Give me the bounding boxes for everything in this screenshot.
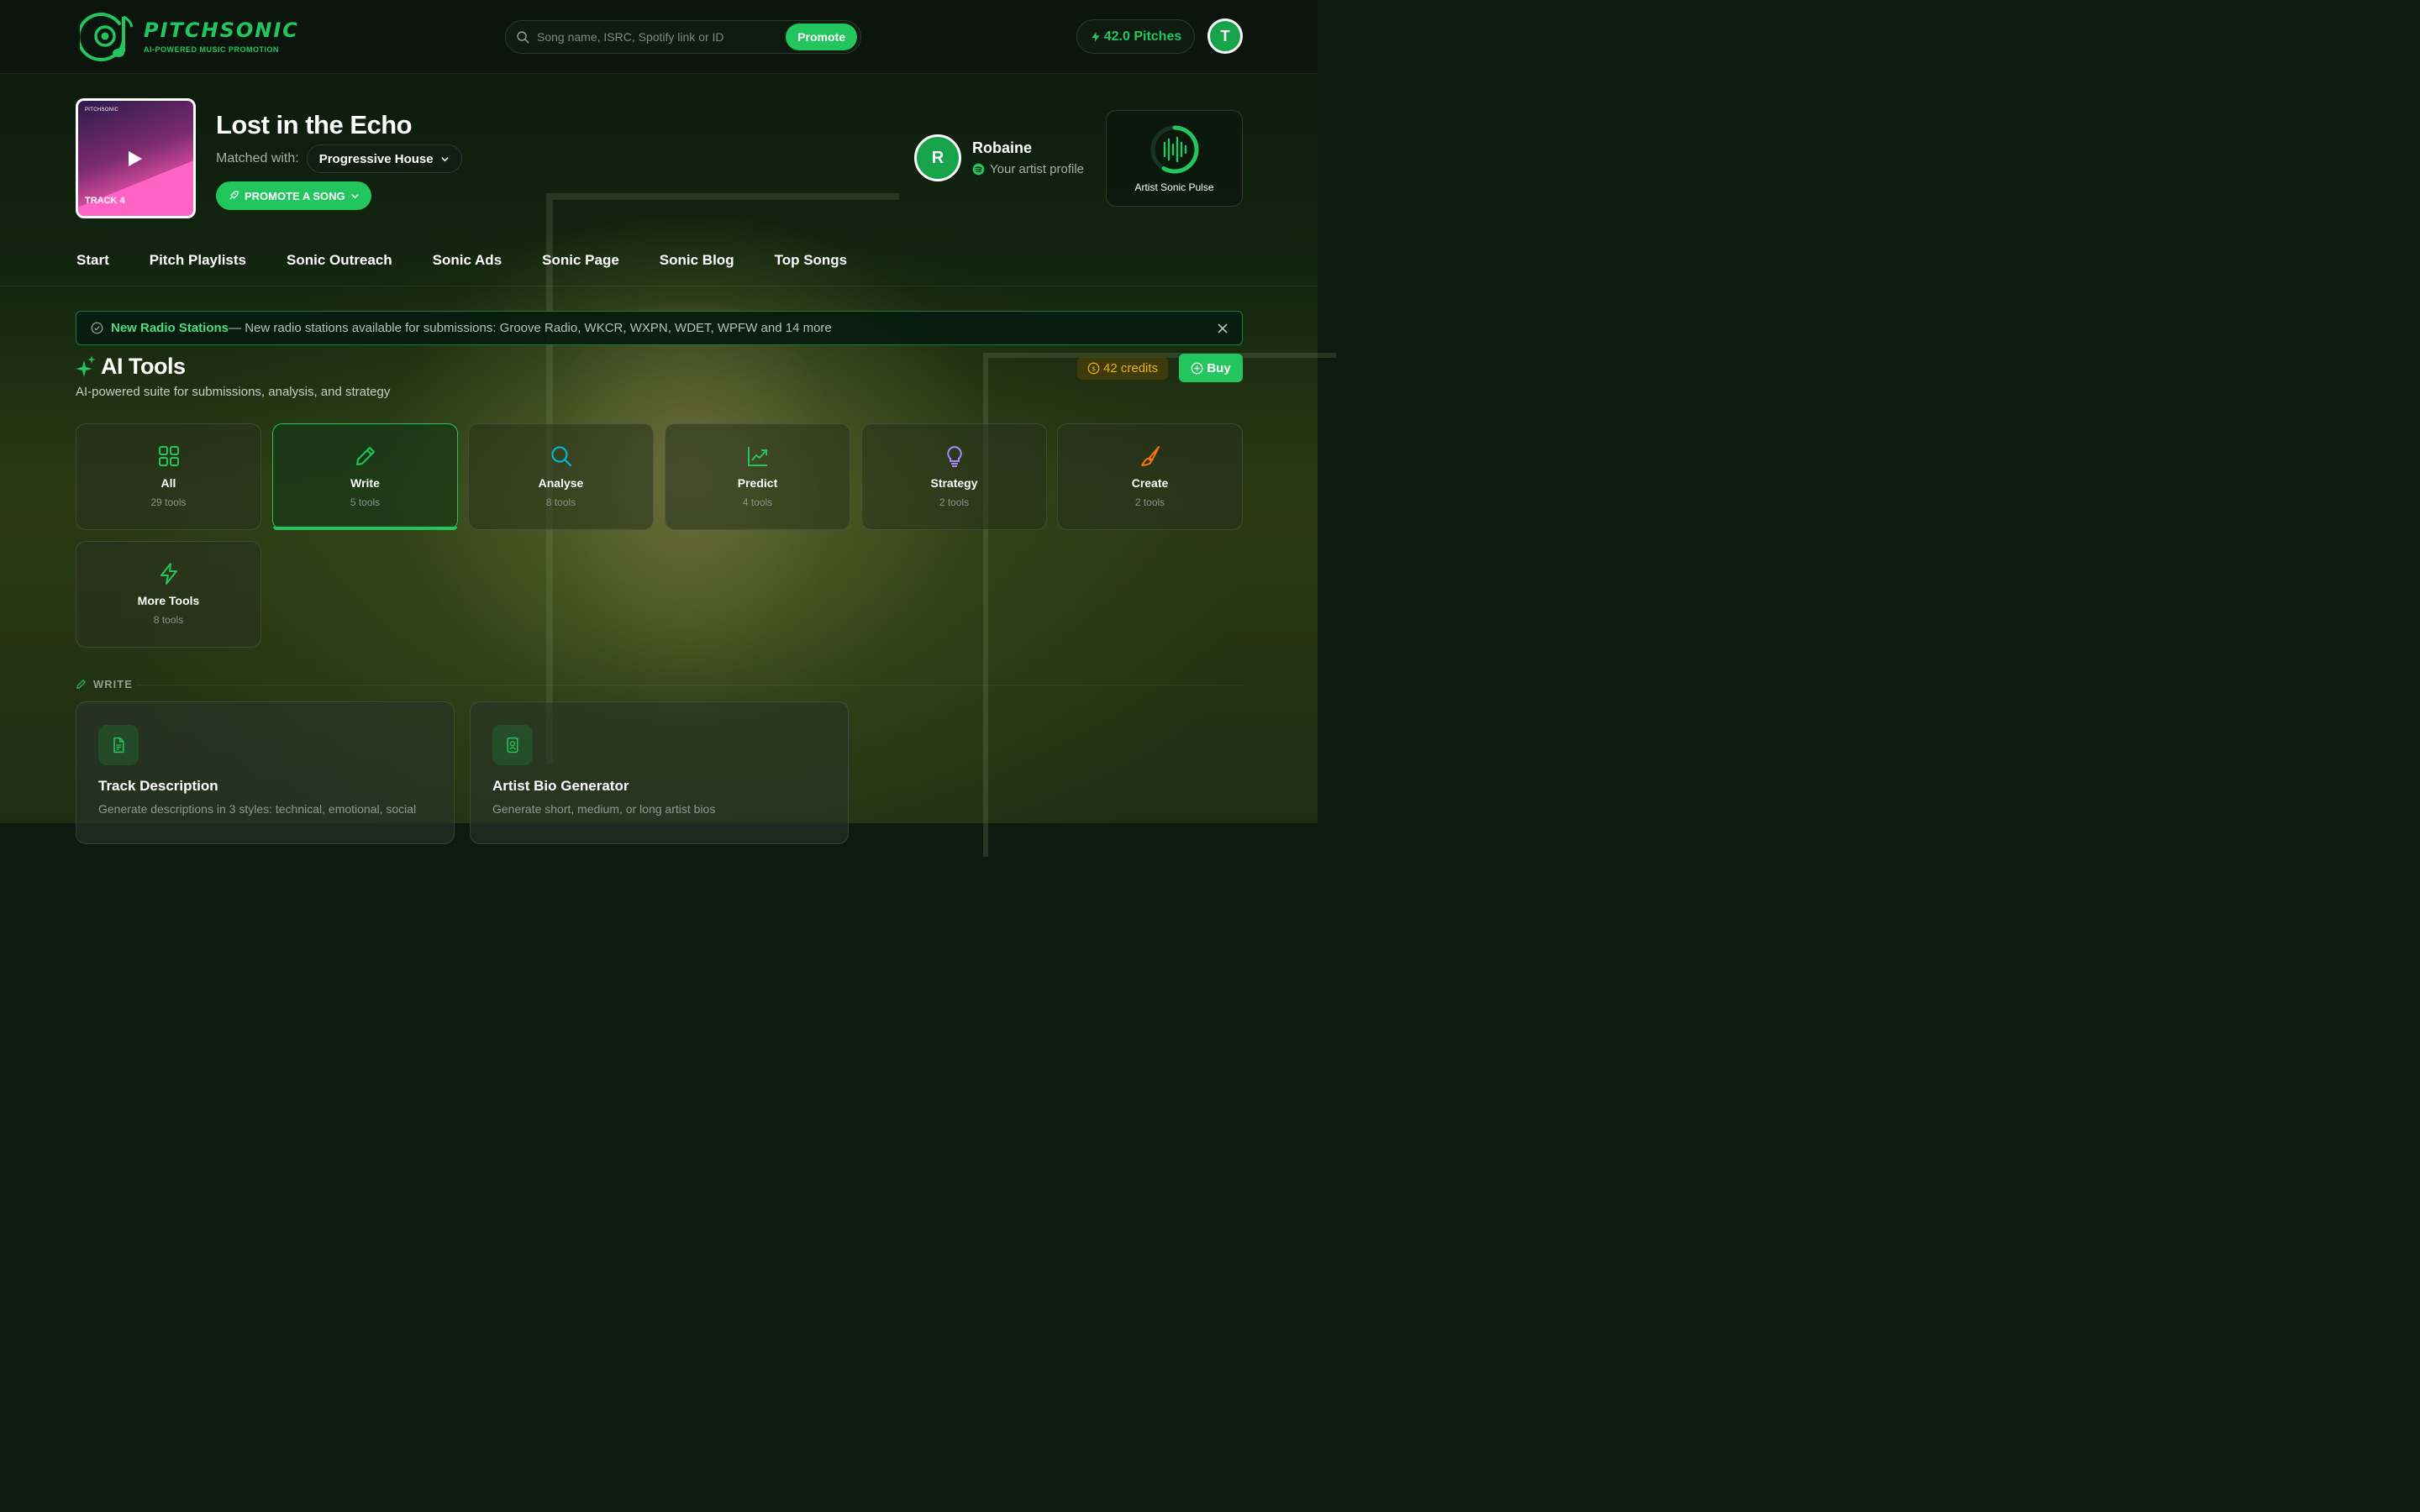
logo-icon [80,13,134,62]
category-strategy[interactable]: Strategy 2 tools [861,423,1047,530]
chevron-down-icon [350,193,359,198]
section-label: WRITE [93,678,133,690]
category-analyse[interactable]: Analyse 8 tools [468,423,654,530]
artist-sonic-pulse[interactable]: Artist Sonic Pulse [1106,110,1243,207]
brand-name: PITCHSONIC [144,18,299,42]
nav-sonic-blog[interactable]: Sonic Blog [660,252,734,269]
section-write: WRITE [76,678,133,690]
buy-credits-button[interactable]: Buy [1179,354,1243,382]
ai-tools-title: AI Tools [101,354,186,379]
category-predict[interactable]: Predict 4 tools [665,423,850,530]
category-count: 4 tools [742,496,773,508]
pencil-icon [355,447,375,465]
promote-song-label: PROMOTE A SONG [245,189,345,202]
trend-icon [747,447,767,466]
tool-title: Artist Bio Generator [492,778,629,794]
category-count: 29 tools [150,496,187,508]
album-cover[interactable]: PITCHSONIC TRACK 4 [76,98,196,218]
coin-icon: $ [1087,362,1100,375]
category-name: Predict [737,476,778,490]
genre-dropdown[interactable]: Progressive House [306,144,462,173]
genre-value: Progressive House [318,151,434,166]
ai-tools-subtitle: AI-powered suite for submissions, analys… [76,385,391,399]
plus-circle-icon [1191,362,1203,374]
bolt-icon [1092,31,1100,42]
credits-label: 42 credits [1103,361,1159,375]
artist-avatar: R [914,134,961,181]
category-count: 5 tools [350,496,381,508]
category-count: 8 tools [545,496,576,508]
chevron-down-icon [440,156,449,161]
announcement-banner: New Radio Stations — New radio stations … [76,311,1243,345]
tool-description: Generate descriptions in 3 styles: techn… [98,802,417,816]
category-count: 2 tools [1134,496,1165,508]
main-nav: Start Pitch Playlists Sonic Outreach Son… [76,252,847,269]
play-icon[interactable] [129,151,142,166]
search-bar: Promote [505,20,861,54]
nav-sonic-outreach[interactable]: Sonic Outreach [287,252,392,269]
category-all[interactable]: All 29 tools [76,423,261,530]
category-name: All [160,476,176,490]
sonic-pulse-label: Artist Sonic Pulse [1134,181,1214,193]
sonic-pulse-icon [1150,125,1199,173]
banner-text: — New radio stations available for submi… [229,321,832,335]
spotify-icon [972,163,985,176]
logo[interactable]: PITCHSONIC AI-POWERED MUSIC PROMOTION [80,10,299,62]
category-more-tools[interactable]: More Tools 8 tools [76,541,261,648]
category-create[interactable]: Create 2 tools [1057,423,1243,530]
close-icon[interactable] [1217,323,1228,334]
matched-genre: Matched with: Progressive House [216,144,462,173]
artist-profile[interactable]: R Robaine Your artist profile [914,134,1084,181]
category-name: More Tools [137,594,200,607]
cover-track-label: TRACK 4 [85,196,125,206]
category-name: Create [1131,476,1169,490]
nav-sonic-page[interactable]: Sonic Page [542,252,619,269]
category-name: Strategy [930,476,978,490]
category-name: Write [350,476,380,490]
grid-icon [158,446,179,466]
check-circle-icon [91,322,103,334]
promote-button[interactable]: Promote [786,24,857,50]
artist-subtitle: Your artist profile [990,162,1085,176]
brand-tagline: AI-POWERED MUSIC PROMOTION [144,45,279,54]
buy-label: Buy [1207,360,1231,375]
matched-label: Matched with: [216,151,299,165]
brush-icon [1140,446,1160,466]
search-input[interactable] [537,30,781,44]
tool-title: Track Description [98,778,218,794]
promote-song-button[interactable]: PROMOTE A SONG [216,181,371,210]
cover-brand: PITCHSONIC [85,108,119,113]
nav-start[interactable]: Start [76,252,109,269]
bolt-icon [160,563,177,585]
banner-title: New Radio Stations [111,321,229,335]
category-write[interactable]: Write 5 tools [272,423,458,530]
svg-text:$: $ [1092,365,1096,372]
document-icon [98,725,139,765]
ai-tools-heading: AI Tools [76,354,186,380]
search-icon [517,30,529,44]
id-card-icon [492,725,533,765]
nav-sonic-ads[interactable]: Sonic Ads [433,252,502,269]
user-avatar[interactable]: T [1207,18,1243,54]
credits-badge: $ 42 credits [1077,357,1169,380]
artist-name: Robaine [972,139,1033,156]
nav-pitch-playlists[interactable]: Pitch Playlists [150,252,246,269]
top-bar: PITCHSONIC AI-POWERED MUSIC PROMOTION Pr… [0,0,1318,74]
sparkles-icon [76,354,96,377]
nav-top-songs[interactable]: Top Songs [775,252,848,269]
pitches-label: 42.0 Pitches [1103,29,1182,44]
category-count: 2 tools [939,496,970,508]
search-icon [550,446,571,467]
category-count: 8 tools [153,614,184,626]
song-title: Lost in the Echo [216,110,413,139]
rocket-icon [229,191,239,200]
tool-description: Generate short, medium, or long artist b… [492,802,716,816]
tool-track-description[interactable]: Track Description Generate descriptions … [76,701,455,844]
pitches-balance[interactable]: 42.0 Pitches [1076,19,1195,54]
tool-artist-bio-generator[interactable]: Artist Bio Generator Generate short, med… [470,701,849,844]
pencil-icon [76,680,86,689]
bulb-icon [946,445,962,467]
category-name: Analyse [538,476,584,490]
